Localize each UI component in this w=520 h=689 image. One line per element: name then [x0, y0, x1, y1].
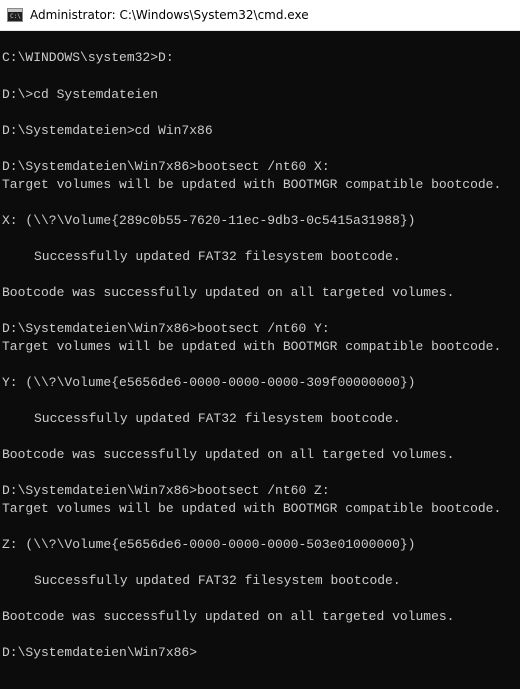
- prompt-line: C:\WINDOWS\system32>D:: [2, 50, 174, 65]
- cmd-icon: C:\: [7, 8, 23, 22]
- prompt-line: D:\Systemdateien>cd Win7x86: [2, 123, 213, 138]
- output-line: Target volumes will be updated with BOOT…: [2, 501, 502, 516]
- output-line: Z: (\\?\Volume{e5656de6-0000-0000-0000-5…: [2, 537, 416, 552]
- prompt-line: D:\Systemdateien\Win7x86>bootsect /nt60 …: [2, 321, 330, 336]
- console-output[interactable]: C:\WINDOWS\system32>D: D:\>cd Systemdate…: [0, 31, 520, 689]
- output-line: Bootcode was successfully updated on all…: [2, 447, 455, 462]
- output-line: Y: (\\?\Volume{e5656de6-0000-0000-0000-3…: [2, 375, 416, 390]
- output-line: Successfully updated FAT32 filesystem bo…: [34, 573, 401, 588]
- window-title: Administrator: C:\Windows\System32\cmd.e…: [30, 8, 309, 22]
- title-bar[interactable]: C:\ Administrator: C:\Windows\System32\c…: [0, 0, 520, 31]
- output-line: Target volumes will be updated with BOOT…: [2, 339, 502, 354]
- prompt-line: D:\Systemdateien\Win7x86>bootsect /nt60 …: [2, 159, 330, 174]
- prompt-line: D:\>cd Systemdateien: [2, 87, 159, 102]
- output-line: Bootcode was successfully updated on all…: [2, 609, 455, 624]
- output-line: Successfully updated FAT32 filesystem bo…: [34, 249, 401, 264]
- output-line: Successfully updated FAT32 filesystem bo…: [34, 411, 401, 426]
- output-line: X: (\\?\Volume{289c0b55-7620-11ec-9db3-0…: [2, 213, 416, 228]
- prompt-line: D:\Systemdateien\Win7x86>bootsect /nt60 …: [2, 483, 330, 498]
- current-prompt-line[interactable]: D:\Systemdateien\Win7x86>: [2, 644, 197, 662]
- output-line: Bootcode was successfully updated on all…: [2, 285, 455, 300]
- output-line: Target volumes will be updated with BOOT…: [2, 177, 502, 192]
